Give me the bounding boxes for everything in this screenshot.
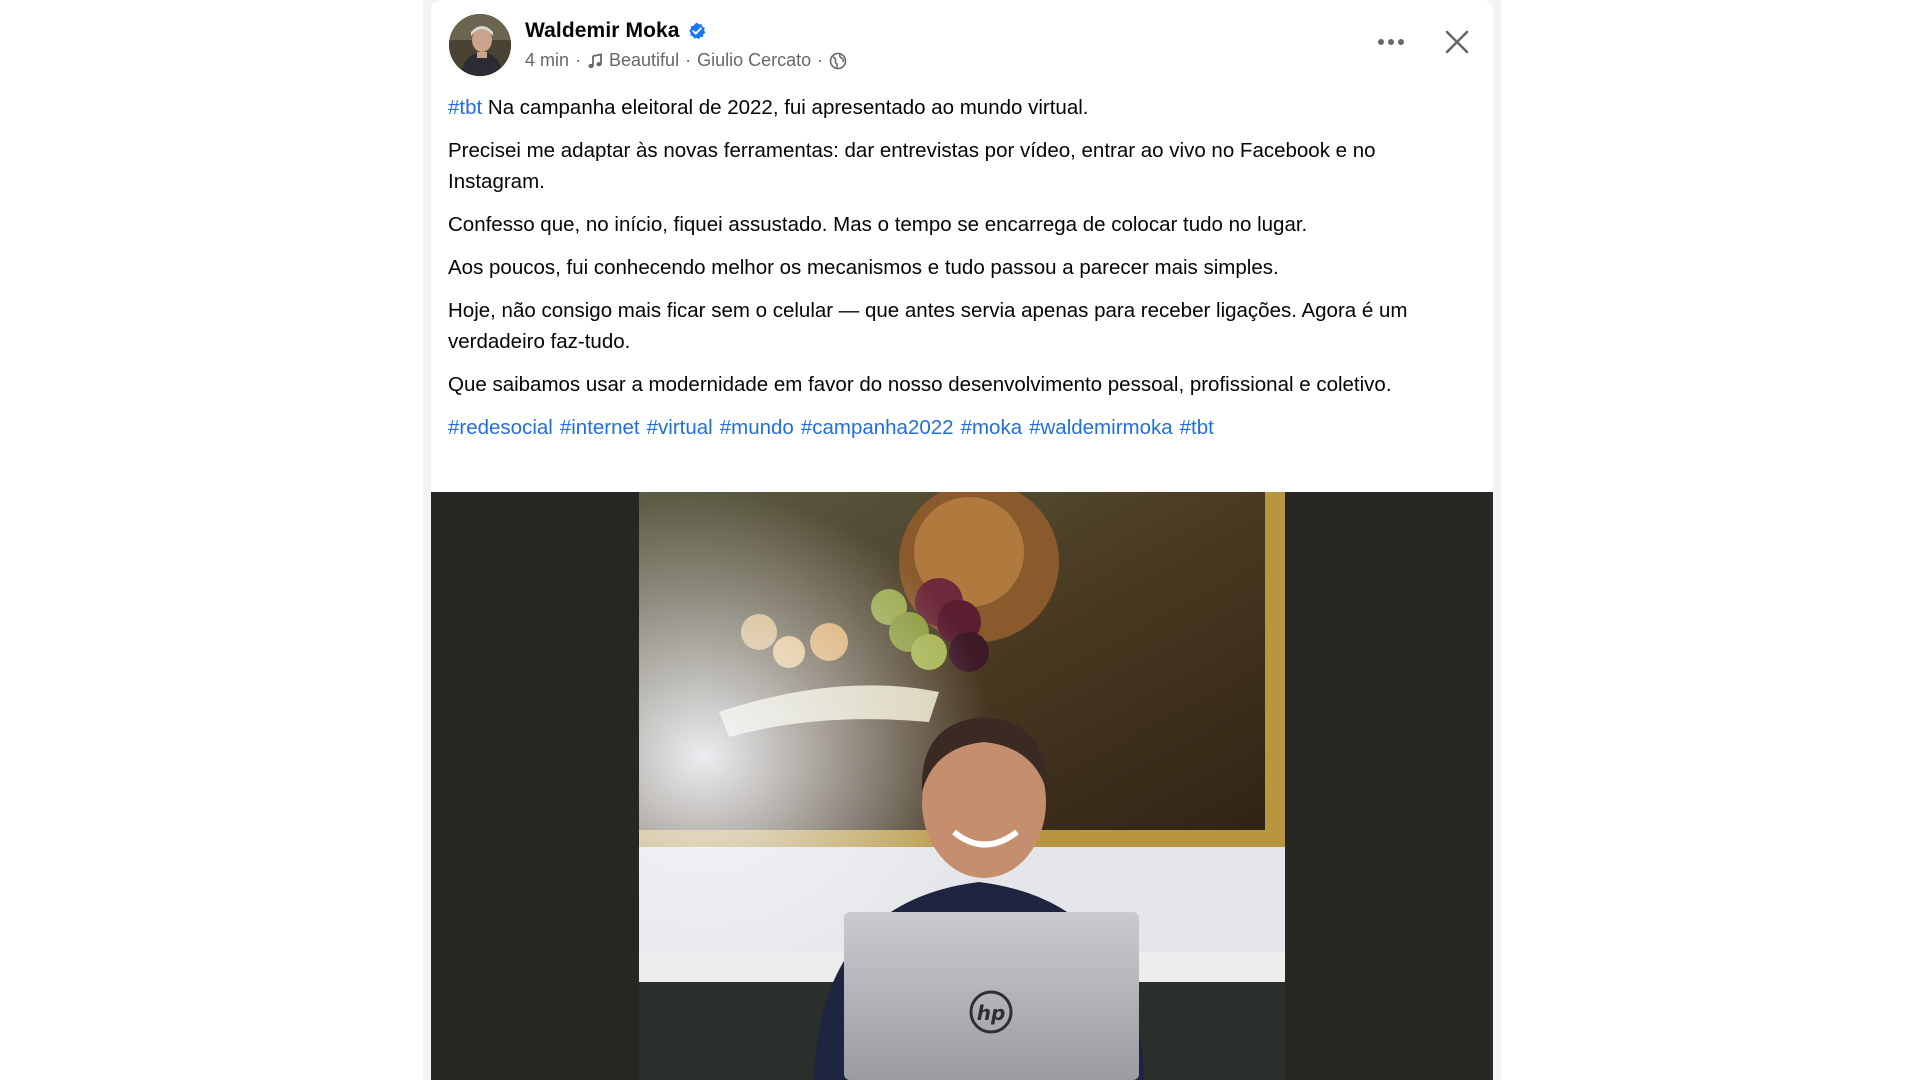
- photo-image: hp: [639, 492, 1285, 1080]
- author-name[interactable]: Waldemir Moka: [525, 19, 680, 43]
- post-time[interactable]: 4 min: [525, 50, 569, 71]
- audio-artist[interactable]: Giulio Cercato: [697, 50, 811, 71]
- audio-title[interactable]: Beautiful: [609, 50, 679, 71]
- close-icon[interactable]: [1439, 24, 1475, 60]
- post-paragraph: Confesso que, no início, fiquei assustad…: [448, 213, 1308, 236]
- meta-separator: ·: [817, 50, 824, 70]
- hashtag-link[interactable]: #tbt: [448, 96, 482, 119]
- more-options-icon[interactable]: [1373, 24, 1409, 60]
- post-paragraph: Precisei me adaptar às novas ferramentas…: [448, 139, 1376, 193]
- viewport: Waldemir Moka 4 min · Beautiful · Giulio…: [0, 0, 1920, 1080]
- post-paragraph: Hoje, não consigo mais ficar sem o celul…: [448, 299, 1408, 353]
- post-photo[interactable]: hp: [639, 492, 1285, 1080]
- author-block: Waldemir Moka 4 min · Beautiful · Giulio…: [525, 18, 847, 71]
- author-name-row: Waldemir Moka: [525, 18, 847, 44]
- verified-badge-icon: [688, 22, 706, 40]
- hashtag-link[interactable]: #campanha2022: [801, 412, 954, 443]
- hashtag-list: #redesocial #internet #virtual #mundo #c…: [448, 412, 1478, 443]
- hashtag-link[interactable]: #moka: [961, 412, 1023, 443]
- post-text: #tbt Na campanha eleitoral de 2022, fui …: [448, 92, 1478, 443]
- hashtag-link[interactable]: #waldemirmoka: [1029, 412, 1173, 443]
- post-header: Waldemir Moka 4 min · Beautiful · Giulio…: [449, 14, 1475, 78]
- post-paragraph: Que saibamos usar a modernidade em favor…: [448, 373, 1392, 396]
- music-note-icon: [587, 52, 603, 69]
- meta-separator: ·: [575, 50, 582, 70]
- paragraph-text: Na campanha eleitoral de 2022, fui apres…: [482, 96, 1089, 119]
- post-paragraph: #tbt Na campanha eleitoral de 2022, fui …: [448, 92, 1478, 123]
- hashtag-link[interactable]: #tbt: [1180, 412, 1214, 443]
- hashtag-link[interactable]: #internet: [560, 412, 640, 443]
- post-paragraph: Aos poucos, fui conhecendo melhor os mec…: [448, 256, 1279, 279]
- meta-separator: ·: [685, 50, 692, 70]
- post-media[interactable]: hp: [431, 492, 1493, 1080]
- post-meta: 4 min · Beautiful · Giulio Cercato ·: [525, 50, 847, 71]
- avatar[interactable]: [449, 14, 511, 76]
- laptop-logo: hp: [977, 1001, 1006, 1025]
- avatar-image: [449, 14, 511, 76]
- header-actions: [1373, 24, 1475, 60]
- globe-icon[interactable]: [829, 52, 847, 70]
- hashtag-link[interactable]: #redesocial: [448, 412, 553, 443]
- hashtag-link[interactable]: #mundo: [720, 412, 794, 443]
- hashtag-link[interactable]: #virtual: [647, 412, 713, 443]
- post-card: Waldemir Moka 4 min · Beautiful · Giulio…: [431, 0, 1493, 1080]
